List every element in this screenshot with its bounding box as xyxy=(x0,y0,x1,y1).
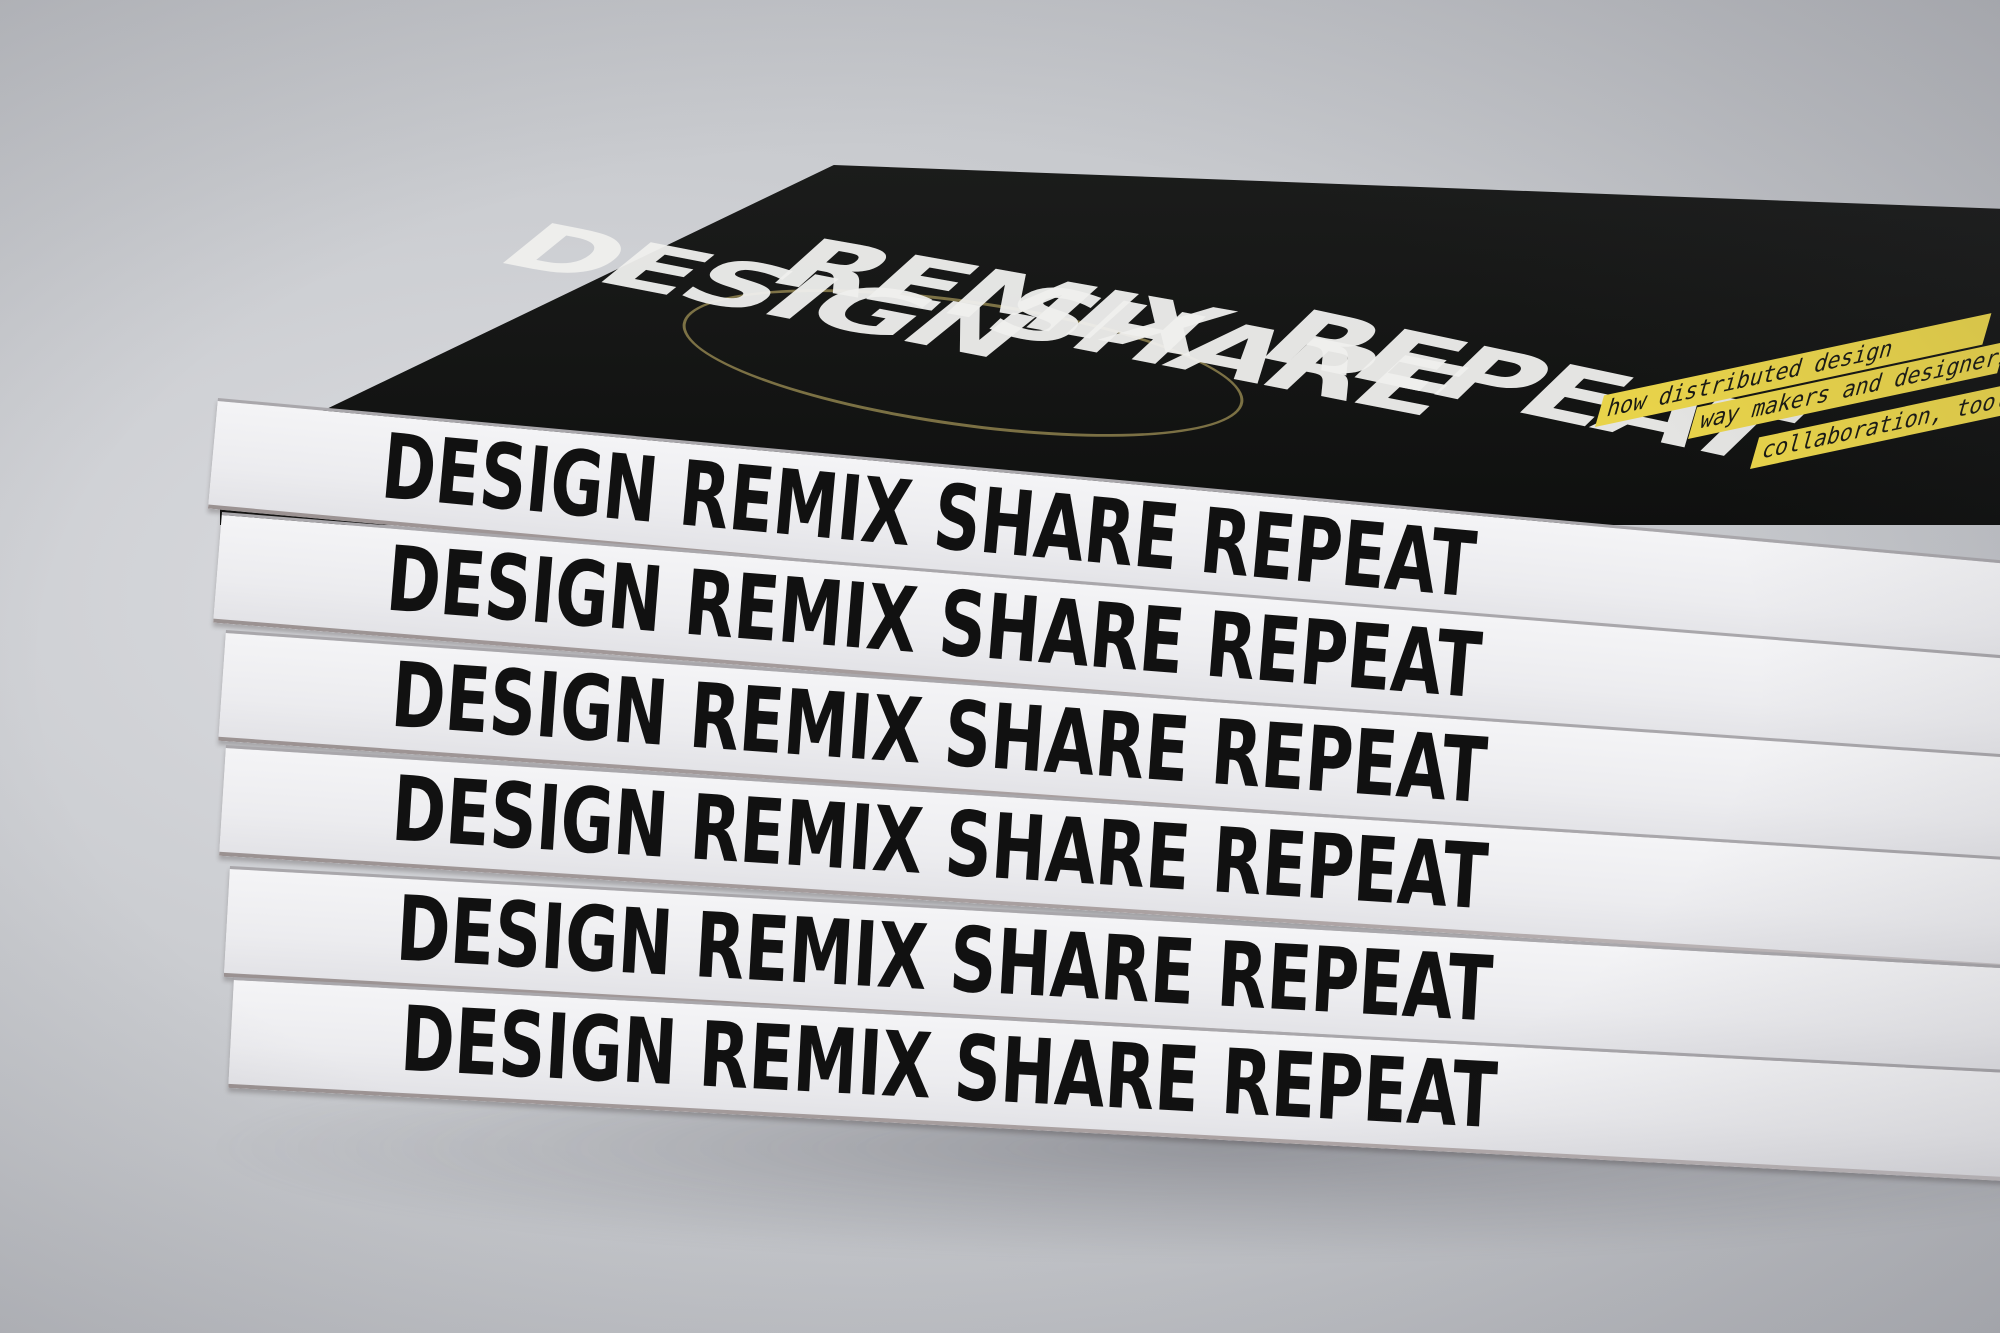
spine-title: DESIGN REMIX SHARE REPEAT xyxy=(389,756,1491,931)
spine-edge xyxy=(218,736,2000,874)
spine-title: DESIGN REMIX SHARE REPEAT xyxy=(382,526,1485,720)
photo: DESIGN REMIX SHARE REPEAT how distribute… xyxy=(0,0,2000,1333)
book-spine: DESIGN REMIX SHARE REPEAT xyxy=(228,977,2000,1188)
spine-title: DESIGN REMIX SHARE REPEAT xyxy=(388,642,1490,825)
spine-edge xyxy=(219,851,2000,976)
book-spine: DESIGN REMIX SHARE REPEAT xyxy=(223,866,2000,1083)
book-spine: DESIGN REMIX SHARE REPEAT xyxy=(218,630,2000,874)
spine-edge xyxy=(207,504,2000,681)
book-spine: DESIGN REMIX SHARE REPEAT xyxy=(213,512,2000,776)
spine-edge xyxy=(228,1083,2000,1188)
spine-title: DESIGN REMIX SHARE REPEAT xyxy=(393,876,1496,1043)
spine-edge xyxy=(223,972,2000,1083)
spine-edge xyxy=(213,618,2000,776)
book-stack: DESIGN REMIX SHARE REPEAT how distribute… xyxy=(0,0,2000,1333)
book-spine: DESIGN REMIX SHARE REPEAT xyxy=(219,745,2000,976)
spine-title: DESIGN REMIX SHARE REPEAT xyxy=(398,986,1500,1150)
